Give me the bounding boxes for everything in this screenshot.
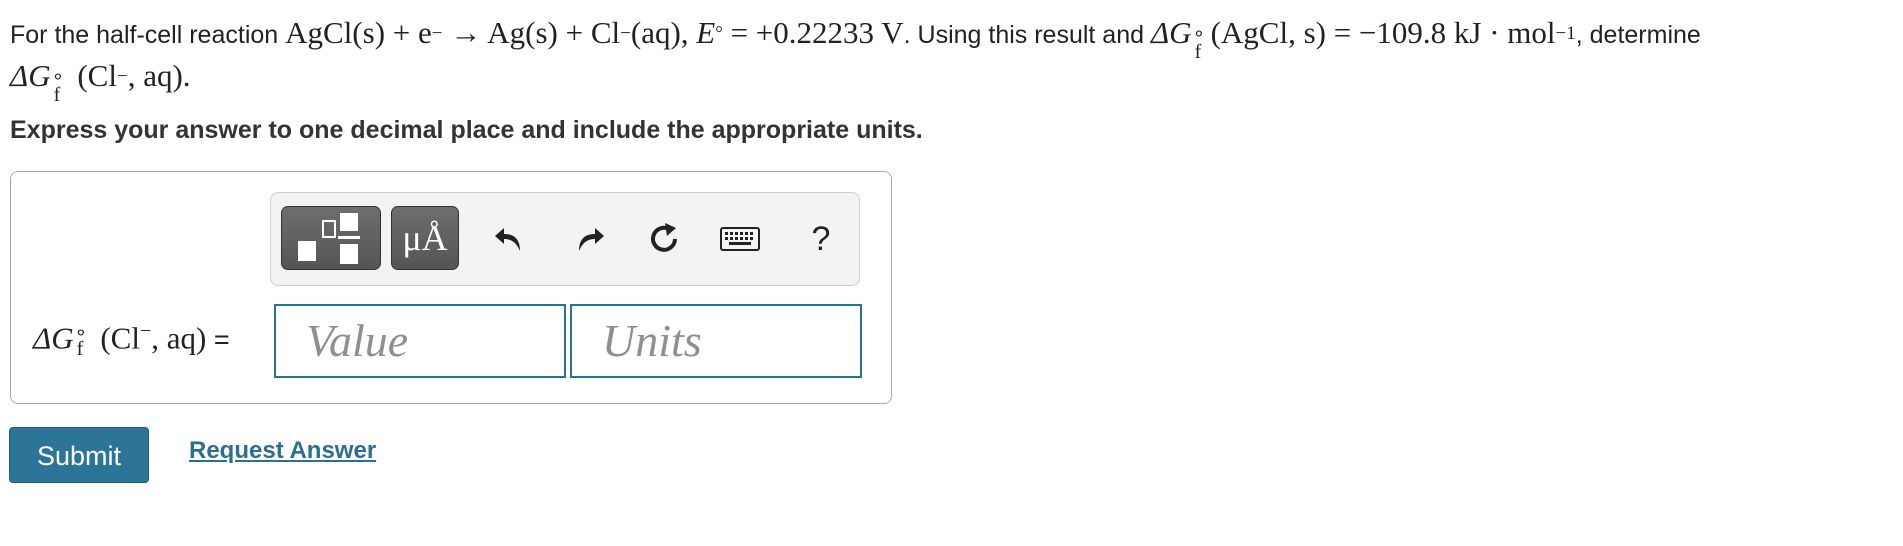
- help-button[interactable]: ?: [799, 215, 843, 263]
- value-input[interactable]: Value: [274, 304, 566, 378]
- units-button[interactable]: μÅ: [391, 206, 459, 270]
- math-toolbar: μÅ ?: [270, 192, 860, 286]
- question-text: For the half-cell reaction AgCl(s) + e− …: [10, 14, 1895, 106]
- submit-button[interactable]: Submit: [9, 427, 149, 483]
- question-middle: . Using this result and: [903, 21, 1151, 49]
- templates-button[interactable]: [281, 206, 381, 270]
- units-input[interactable]: Units: [570, 304, 862, 378]
- question-intro: For the half-cell reaction: [10, 21, 286, 49]
- reset-icon[interactable]: [642, 215, 686, 263]
- question-end: , determine: [1575, 21, 1701, 49]
- undo-icon[interactable]: [488, 215, 532, 263]
- fraction-template-icon: [298, 213, 360, 264]
- request-answer-link[interactable]: Request Answer: [189, 437, 376, 465]
- reaction-equation: AgCl(s) + e− → Ag(s) + Cl−(aq), E° = +0.…: [285, 15, 904, 50]
- redo-icon[interactable]: [567, 215, 611, 263]
- agcl-gibbs-expression: ΔG ∘ f (AgCl, s) = −109.8 kJ · mol−1: [1150, 15, 1576, 63]
- keyboard-icon[interactable]: [718, 215, 762, 263]
- target-expression: ΔG ∘ f (Cl−, aq).: [10, 58, 191, 106]
- instruction-text: Express your answer to one decimal place…: [10, 116, 923, 144]
- answer-label: ΔG ∘ f (Cl−, aq) =: [33, 320, 230, 361]
